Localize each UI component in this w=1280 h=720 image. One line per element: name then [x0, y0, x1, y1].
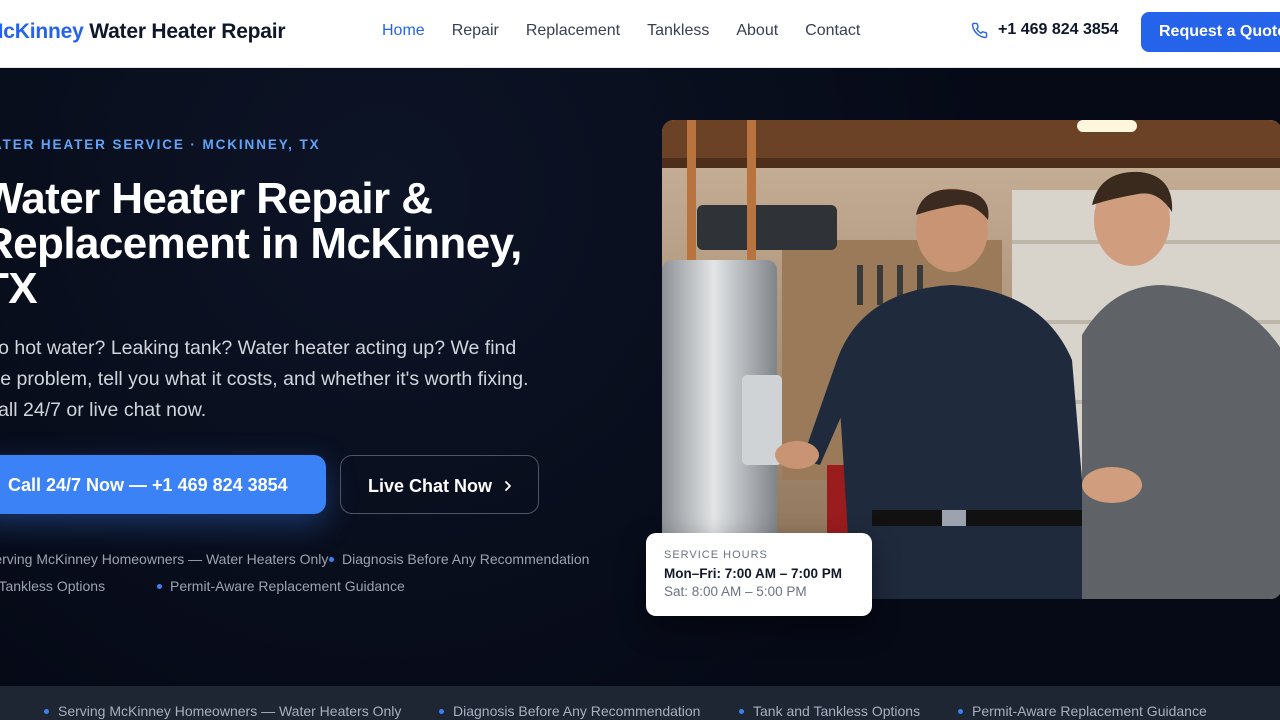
main-nav: Home Repair Replacement Tankless About C…	[382, 22, 860, 40]
feature-chip: Tank and Tankless Options	[0, 578, 105, 594]
trust-item: Tank and Tankless Options	[739, 703, 920, 719]
phone-icon	[971, 22, 988, 38]
nav-tankless[interactable]: Tankless	[647, 22, 709, 40]
bullet-dot	[439, 708, 444, 714]
bullet-dot	[44, 708, 49, 714]
bullet-dot	[157, 583, 162, 589]
feature-chip-label: Tank and Tankless Options	[0, 578, 106, 594]
feature-chip: Serving McKinney Homeowners — Water Heat…	[0, 551, 328, 567]
nav-about[interactable]: About	[736, 22, 778, 40]
trust-item-label: Permit-Aware Replacement Guidance	[972, 703, 1207, 719]
trust-bar: Serving McKinney Homeowners — Water Heat…	[0, 686, 1280, 720]
trust-item-label: Tank and Tankless Options	[753, 703, 921, 719]
trust-item-label: Diagnosis Before Any Recommendation	[453, 703, 701, 719]
feature-chip: Diagnosis Before Any Recommendation	[329, 551, 589, 567]
request-quote-button[interactable]: Request a Quote	[1141, 12, 1280, 52]
hero-eyebrow: WATER HEATER SERVICE · MCKINNEY, TX	[0, 137, 321, 152]
service-hours-label: SERVICE HOURS	[664, 549, 768, 561]
feature-chip-label: Diagnosis Before Any Recommendation	[342, 551, 590, 567]
bullet-dot	[329, 556, 334, 562]
call-now-button[interactable]: Call 24/7 Now — +1 469 824 3854	[0, 455, 326, 514]
nav-repair[interactable]: Repair	[452, 22, 499, 40]
trust-item: Serving McKinney Homeowners — Water Heat…	[44, 703, 401, 719]
service-hours-card: SERVICE HOURS Mon–Fri: 7:00 AM – 7:00 PM…	[646, 533, 872, 616]
header-phone-number: +1 469 824 3854	[998, 21, 1119, 38]
brand-name: Water Heater Repair	[83, 20, 286, 43]
service-hours-weekday: Mon–Fri: 7:00 AM – 7:00 PM	[664, 566, 843, 581]
feature-chip: Permit-Aware Replacement Guidance	[157, 578, 405, 594]
hero-headline: Water Heater Repair & Replacement in McK…	[0, 174, 522, 313]
trust-item: Permit-Aware Replacement Guidance	[958, 703, 1207, 719]
nav-contact[interactable]: Contact	[805, 22, 860, 40]
trust-item: Diagnosis Before Any Recommendation	[439, 703, 700, 719]
nav-replacement[interactable]: Replacement	[526, 22, 620, 40]
bullet-dot	[739, 708, 744, 714]
chevron-right-icon	[505, 481, 511, 491]
live-chat-label: Live Chat Now	[368, 476, 493, 496]
nav-home[interactable]: Home	[382, 22, 425, 40]
site-header: McKinney Water Heater Repair Home Repair…	[0, 0, 1280, 68]
feature-chip-label: Permit-Aware Replacement Guidance	[170, 578, 405, 594]
live-chat-button[interactable]: Live Chat Now	[340, 455, 539, 514]
bullet-dot	[958, 708, 963, 714]
service-hours-saturday: Sat: 8:00 AM – 5:00 PM	[664, 584, 807, 599]
brand-accent: McKinney	[0, 20, 84, 43]
header-phone-link[interactable]: +1 469 824 3854	[971, 21, 1119, 39]
brand-logo[interactable]: McKinney Water Heater Repair	[0, 20, 286, 44]
hero-subtext: No hot water? Leaking tank? Water heater…	[0, 337, 529, 421]
feature-chip-label: Serving McKinney Homeowners — Water Heat…	[0, 551, 329, 567]
trust-item-label: Serving McKinney Homeowners — Water Heat…	[58, 703, 402, 719]
hero-photo	[662, 120, 1280, 599]
